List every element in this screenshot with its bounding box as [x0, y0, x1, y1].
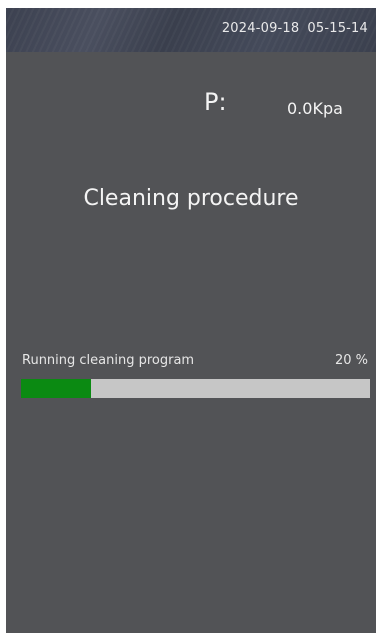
pressure-value: 0.0Kpa	[287, 99, 343, 118]
status-bar: 2024-09-18 05-15-14	[6, 8, 376, 52]
device-screen: 2024-09-18 05-15-14 P: 0.0Kpa Cleaning pr…	[6, 8, 376, 633]
procedure-title: Cleaning procedure	[83, 186, 299, 211]
progress-caption: Running cleaning program	[22, 353, 195, 368]
time-text: 05-15-14	[307, 21, 368, 36]
progress-fill	[21, 379, 91, 398]
datetime-display: 2024-09-18 05-15-14	[222, 21, 368, 36]
date-text: 2024-09-18	[221, 21, 300, 36]
pressure-label: P:	[204, 88, 227, 116]
progress-bar	[21, 379, 370, 398]
progress-percent: 20 %	[334, 353, 368, 368]
